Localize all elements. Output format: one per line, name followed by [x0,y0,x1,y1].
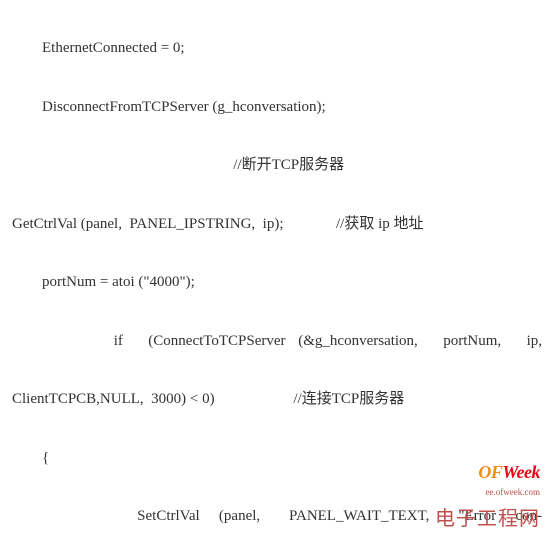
code-line: SetCtrlVal (panel, PANEL_WAIT_TEXT, "Err… [12,502,542,531]
code-brace: { [12,444,542,473]
code-line: ClientTCPCB,NULL, 3000) < 0) //连接TCP服务器 [12,385,542,414]
code-block: EthernetConnected = 0; DisconnectFromTCP… [0,0,554,549]
code-line: DisconnectFromTCPServer (g_hconversation… [12,93,542,122]
code-line: EthernetConnected = 0; [12,34,542,63]
code-comment: //断开TCP服务器 [12,151,542,180]
code-line: portNum = atoi ("4000"); [12,268,542,297]
code-line: if (ConnectToTCPServer (&g_hconversation… [12,327,542,356]
code-line: GetCtrlVal (panel, PANEL_IPSTRING, ip); … [12,210,542,239]
